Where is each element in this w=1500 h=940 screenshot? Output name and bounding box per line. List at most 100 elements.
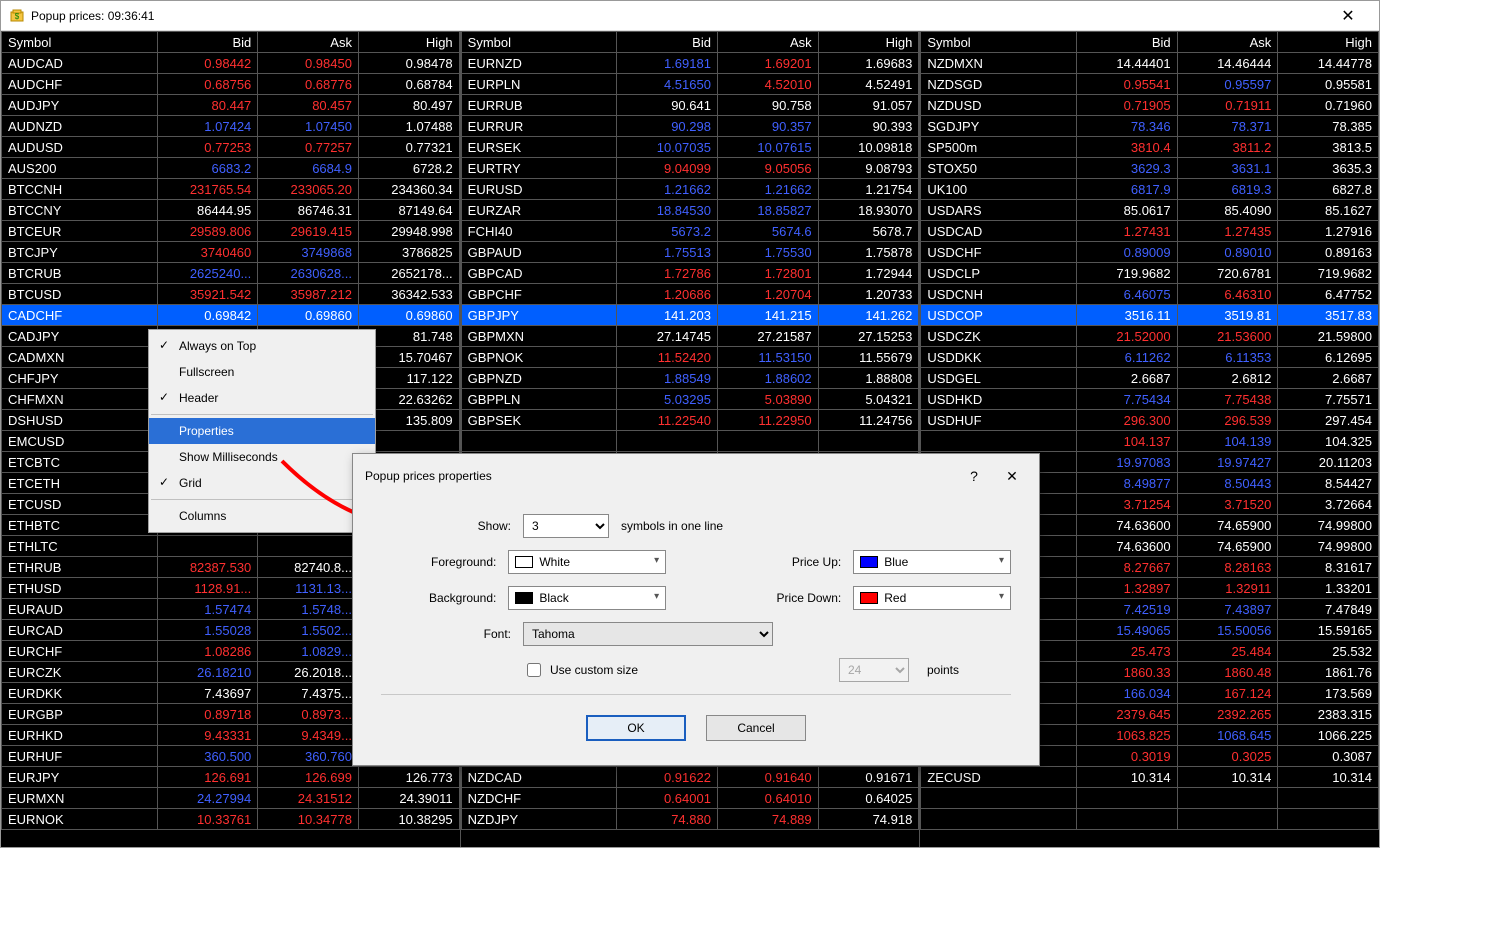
- table-row[interactable]: AUS2006683.26684.96728.2: [2, 158, 460, 179]
- table-row[interactable]: UK1006817.96819.36827.8: [921, 179, 1379, 200]
- table-row[interactable]: SP500m3810.43811.23813.5: [921, 137, 1379, 158]
- table-row[interactable]: AUDCHF0.687560.687760.68784: [2, 74, 460, 95]
- column-header[interactable]: Symbol: [461, 32, 617, 53]
- table-row[interactable]: EURPLN4.516504.520104.52491: [461, 74, 919, 95]
- background-select[interactable]: Black ▾: [508, 586, 666, 610]
- table-row[interactable]: [921, 788, 1379, 809]
- table-row[interactable]: ZECUSD10.31410.31410.314: [921, 767, 1379, 788]
- table-row[interactable]: GBPAUD1.755131.755301.75878: [461, 242, 919, 263]
- column-header[interactable]: Bid: [157, 32, 258, 53]
- titlebar: $ Popup prices: 09:36:41 ✕: [1, 1, 1379, 31]
- table-row[interactable]: EURTRY9.040999.050569.08793: [461, 158, 919, 179]
- menu-item[interactable]: Columns: [149, 503, 375, 529]
- ask-cell: 1.20704: [717, 284, 818, 305]
- table-row[interactable]: BTCUSD35921.54235987.21236342.533: [2, 284, 460, 305]
- table-row[interactable]: [461, 431, 919, 452]
- table-row[interactable]: GBPNZD1.885491.886021.88808: [461, 368, 919, 389]
- column-header[interactable]: Bid: [617, 32, 718, 53]
- table-row[interactable]: NZDSGD0.955410.955970.95581: [921, 74, 1379, 95]
- table-row[interactable]: EURUSD1.216621.216621.21754: [461, 179, 919, 200]
- table-row[interactable]: GBPSEK11.2254011.2295011.24756: [461, 410, 919, 431]
- table-row[interactable]: BTCCNH231765.54233065.20234360.34: [2, 179, 460, 200]
- table-row[interactable]: USDCZK21.5200021.5360021.59800: [921, 326, 1379, 347]
- table-row[interactable]: USDHKD7.754347.754387.75571: [921, 389, 1379, 410]
- table-row[interactable]: USDCHF0.890090.890100.89163: [921, 242, 1379, 263]
- table-row[interactable]: EURSEK10.0703510.0761510.09818: [461, 137, 919, 158]
- column-header[interactable]: High: [818, 32, 919, 53]
- bid-cell: 90.641: [617, 95, 718, 116]
- ask-cell: 0.98450: [258, 53, 359, 74]
- table-row[interactable]: GBPMXN27.1474527.2158727.15253: [461, 326, 919, 347]
- table-row[interactable]: AUDJPY80.44780.45780.497: [2, 95, 460, 116]
- table-row[interactable]: GBPCHF1.206861.207041.20733: [461, 284, 919, 305]
- column-header[interactable]: High: [358, 32, 459, 53]
- table-row[interactable]: 104.137104.139104.325: [921, 431, 1379, 452]
- table-row[interactable]: GBPPLN5.032955.038905.04321: [461, 389, 919, 410]
- pricedown-select[interactable]: Red ▾: [853, 586, 1011, 610]
- foreground-select[interactable]: White ▾: [508, 550, 666, 574]
- column-header[interactable]: Ask: [717, 32, 818, 53]
- table-row[interactable]: FCHI405673.25674.65678.7: [461, 221, 919, 242]
- table-row[interactable]: AUDNZD1.074241.074501.07488: [2, 116, 460, 137]
- table-row[interactable]: EURNZD1.691811.692011.69683: [461, 53, 919, 74]
- table-row[interactable]: AUDCAD0.984420.984500.98478: [2, 53, 460, 74]
- table-row[interactable]: GBPJPY141.203141.215141.262: [461, 305, 919, 326]
- table-row[interactable]: NZDMXN14.4440114.4644414.44778: [921, 53, 1379, 74]
- table-row[interactable]: NZDCHF0.640010.640100.64025: [461, 788, 919, 809]
- priceup-select[interactable]: Blue ▾: [853, 550, 1011, 574]
- help-icon[interactable]: ?: [959, 464, 989, 488]
- column-header[interactable]: Bid: [1076, 32, 1177, 53]
- table-row[interactable]: NZDJPY74.88074.88974.918: [461, 809, 919, 830]
- table-row[interactable]: USDCLP719.9682720.6781719.9682: [921, 263, 1379, 284]
- bid-cell: 11.52420: [617, 347, 718, 368]
- table-row[interactable]: USDGEL2.66872.68122.6687: [921, 368, 1379, 389]
- table-row[interactable]: USDHUF296.300296.539297.454: [921, 410, 1379, 431]
- table-row[interactable]: BTCCNY86444.9586746.3187149.64: [2, 200, 460, 221]
- high-cell: 297.454: [1278, 410, 1379, 431]
- table-row[interactable]: USDARS85.061785.409085.1627: [921, 200, 1379, 221]
- font-select[interactable]: Tahoma: [523, 622, 773, 646]
- table-row[interactable]: CADCHF0.698420.698600.69860: [2, 305, 460, 326]
- context-menu: Always on TopFullscreenHeader PropertiesS…: [148, 329, 376, 533]
- column-header[interactable]: Ask: [258, 32, 359, 53]
- table-row[interactable]: AUDUSD0.772530.772570.77321: [2, 137, 460, 158]
- table-row[interactable]: BTCEUR29589.80629619.41529948.998: [2, 221, 460, 242]
- table-row[interactable]: [921, 809, 1379, 830]
- dialog-close-icon[interactable]: ✕: [997, 464, 1027, 488]
- table-row[interactable]: GBPCAD1.727861.728011.72944: [461, 263, 919, 284]
- menu-item[interactable]: Show Milliseconds: [149, 444, 375, 470]
- menu-item[interactable]: Fullscreen: [149, 359, 375, 385]
- table-row[interactable]: EURRUR90.29890.35790.393: [461, 116, 919, 137]
- column-header[interactable]: Symbol: [921, 32, 1077, 53]
- close-icon[interactable]: ✕: [1325, 1, 1371, 31]
- column-header[interactable]: Ask: [1177, 32, 1278, 53]
- ok-button[interactable]: OK: [586, 715, 686, 741]
- table-row[interactable]: EURJPY126.691126.699126.773: [2, 767, 460, 788]
- table-row[interactable]: BTCJPY374046037498683786825: [2, 242, 460, 263]
- table-row[interactable]: USDCNH6.460756.463106.47752: [921, 284, 1379, 305]
- show-select[interactable]: 3: [523, 514, 609, 538]
- table-row[interactable]: USDCOP3516.113519.813517.83: [921, 305, 1379, 326]
- ask-cell: 1.0829...: [258, 641, 359, 662]
- table-row[interactable]: USDDKK6.112626.113536.12695: [921, 347, 1379, 368]
- high-cell: 1.75878: [818, 242, 919, 263]
- table-row[interactable]: USDCAD1.274311.274351.27916: [921, 221, 1379, 242]
- table-row[interactable]: EURRUB90.64190.75891.057: [461, 95, 919, 116]
- menu-item[interactable]: Header: [149, 385, 375, 411]
- table-row[interactable]: STOX503629.33631.13635.3: [921, 158, 1379, 179]
- table-row[interactable]: NZDCAD0.916220.916400.91671: [461, 767, 919, 788]
- table-row[interactable]: SGDJPY78.34678.37178.385: [921, 116, 1379, 137]
- table-row[interactable]: NZDUSD0.719050.719110.71960: [921, 95, 1379, 116]
- cancel-button[interactable]: Cancel: [706, 715, 806, 741]
- column-header[interactable]: High: [1278, 32, 1379, 53]
- column-header[interactable]: Symbol: [2, 32, 158, 53]
- table-row[interactable]: EURZAR18.8453018.8582718.93070: [461, 200, 919, 221]
- table-row[interactable]: BTCRUB2625240...2630628...2652178...: [2, 263, 460, 284]
- custom-size-checkbox[interactable]: Use custom size: [523, 660, 638, 680]
- table-row[interactable]: EURNOK10.3376110.3477810.38295: [2, 809, 460, 830]
- table-row[interactable]: EURMXN24.2799424.3151224.39011: [2, 788, 460, 809]
- menu-item[interactable]: Properties: [149, 418, 375, 444]
- menu-item[interactable]: Always on Top: [149, 333, 375, 359]
- table-row[interactable]: GBPNOK11.5242011.5315011.55679: [461, 347, 919, 368]
- menu-item[interactable]: Grid: [149, 470, 375, 496]
